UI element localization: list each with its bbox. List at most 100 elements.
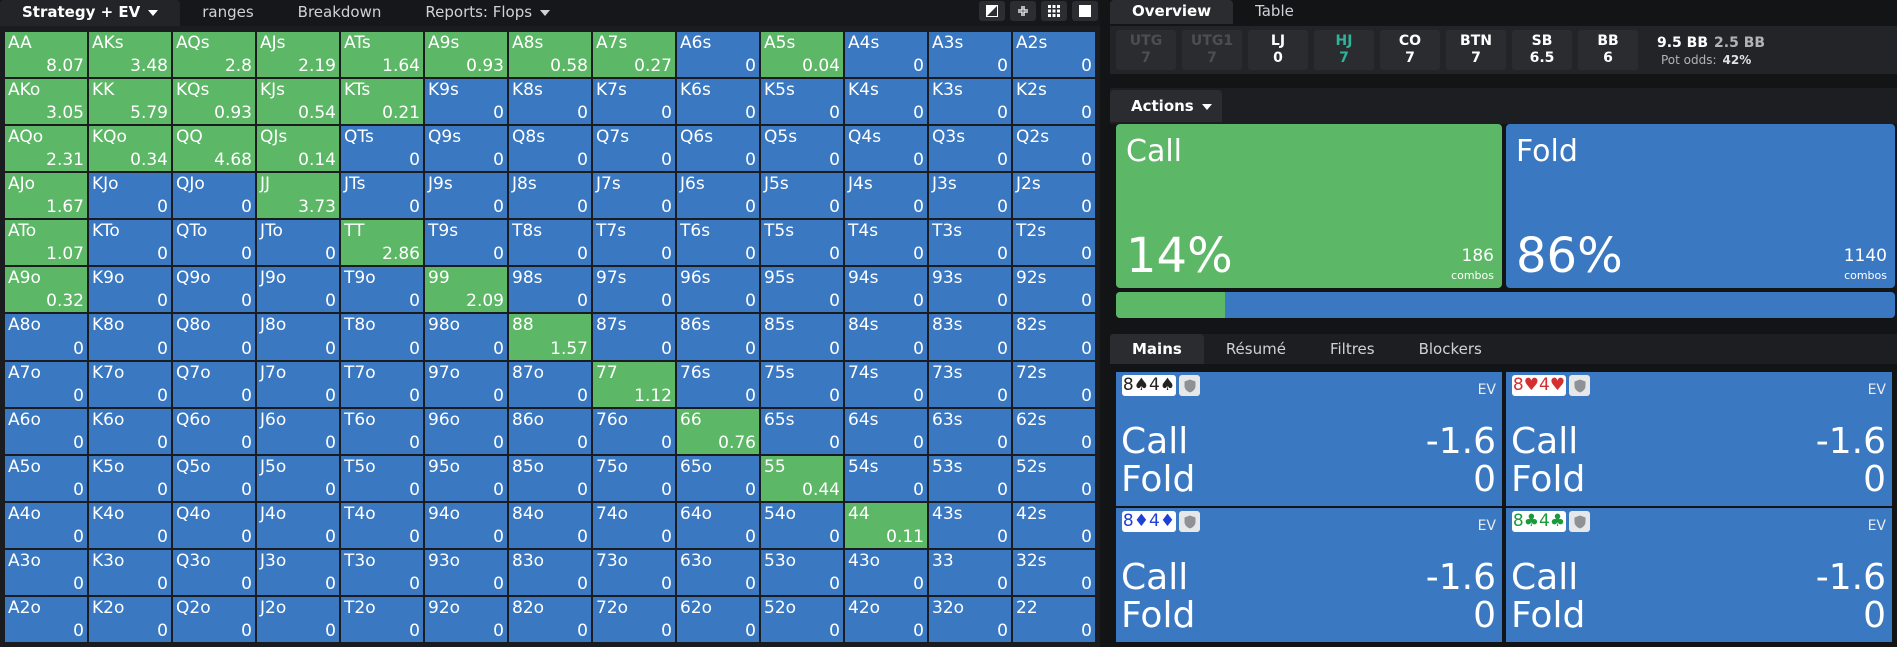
hand-cell[interactable]: 83o 0 bbox=[509, 549, 591, 595]
tab-mains[interactable]: Mains bbox=[1110, 334, 1204, 364]
hand-cell[interactable]: 54o 0 bbox=[761, 502, 843, 548]
hand-cell[interactable]: K8o 0 bbox=[89, 314, 171, 360]
tab-overview[interactable]: Overview bbox=[1110, 0, 1234, 24]
hand-cell[interactable]: KTo 0 bbox=[89, 220, 171, 266]
hand-cell[interactable]: K4o 0 bbox=[89, 502, 171, 548]
combo-card[interactable]: 8♣4♣ EV Call -1.6 Fold 0 bbox=[1506, 508, 1892, 642]
hand-cell[interactable]: AKs 3.48 bbox=[89, 32, 171, 78]
hand-cell[interactable]: K6s 0 bbox=[677, 79, 759, 125]
hand-cell[interactable]: A3o 0 bbox=[5, 549, 87, 595]
hand-cell[interactable]: QTs 0 bbox=[341, 126, 423, 172]
hand-cell[interactable]: 52s 0 bbox=[1013, 455, 1095, 501]
hand-cell[interactable]: K9o 0 bbox=[89, 267, 171, 313]
hand-cell[interactable]: J5s 0 bbox=[761, 173, 843, 219]
hand-cell[interactable]: 84o 0 bbox=[509, 502, 591, 548]
hand-cell[interactable]: J5o 0 bbox=[257, 455, 339, 501]
hand-cell[interactable]: KK 5.79 bbox=[89, 79, 171, 125]
hand-cell[interactable]: 63o 0 bbox=[677, 549, 759, 595]
hand-cell[interactable]: T7s 0 bbox=[593, 220, 675, 266]
hand-cell[interactable]: QQ 4.68 bbox=[173, 126, 255, 172]
hand-cell[interactable]: 64o 0 bbox=[677, 502, 759, 548]
hand-cell[interactable]: 55 0.44 bbox=[761, 455, 843, 501]
hand-cell[interactable]: T5s 0 bbox=[761, 220, 843, 266]
hand-cell[interactable]: 73s 0 bbox=[929, 361, 1011, 407]
hand-cell[interactable]: J2o 0 bbox=[257, 596, 339, 642]
hand-cell[interactable]: 92s 0 bbox=[1013, 267, 1095, 313]
hand-cell[interactable]: Q5s 0 bbox=[761, 126, 843, 172]
hand-cell[interactable]: 73o 0 bbox=[593, 549, 675, 595]
tab-resume[interactable]: Résumé bbox=[1204, 334, 1308, 364]
hand-cell[interactable]: A6s 0 bbox=[677, 32, 759, 78]
hand-cell[interactable]: 74s 0 bbox=[845, 361, 927, 407]
combo-card[interactable]: 8♠4♠ EV Call -1.6 Fold 0 bbox=[1116, 372, 1502, 506]
hand-cell[interactable]: 96s 0 bbox=[677, 267, 759, 313]
hand-cell[interactable]: 65o 0 bbox=[677, 455, 759, 501]
hand-cell[interactable]: 53o 0 bbox=[761, 549, 843, 595]
hand-cell[interactable]: 92o 0 bbox=[425, 596, 507, 642]
hand-cell[interactable]: T2s 0 bbox=[1013, 220, 1095, 266]
combo-card[interactable]: 8♦4♦ EV Call -1.6 Fold 0 bbox=[1116, 508, 1502, 642]
hand-cell[interactable]: KJs 0.54 bbox=[257, 79, 339, 125]
hand-cell[interactable]: T2o 0 bbox=[341, 596, 423, 642]
hand-cell[interactable]: 83s 0 bbox=[929, 314, 1011, 360]
position-lj[interactable]: LJ 0 bbox=[1248, 30, 1308, 70]
hand-cell[interactable]: K3o 0 bbox=[89, 549, 171, 595]
hand-cell[interactable]: T9s 0 bbox=[425, 220, 507, 266]
hand-cell[interactable]: J3o 0 bbox=[257, 549, 339, 595]
hand-cell[interactable]: 82o 0 bbox=[509, 596, 591, 642]
hand-cell[interactable]: 52o 0 bbox=[761, 596, 843, 642]
hand-cell[interactable]: A7o 0 bbox=[5, 361, 87, 407]
grid-view-button[interactable] bbox=[1041, 1, 1067, 21]
hand-cell[interactable]: QTo 0 bbox=[173, 220, 255, 266]
hand-cell[interactable]: 65s 0 bbox=[761, 408, 843, 454]
tab-reports[interactable]: Reports: Flops bbox=[403, 0, 572, 26]
hand-cell[interactable]: K9s 0 bbox=[425, 79, 507, 125]
hand-cell[interactable]: 76o 0 bbox=[593, 408, 675, 454]
hand-cell[interactable]: 75o 0 bbox=[593, 455, 675, 501]
hand-cell[interactable]: 86s 0 bbox=[677, 314, 759, 360]
hand-cell[interactable]: J7o 0 bbox=[257, 361, 339, 407]
hand-cell[interactable]: 22 0 bbox=[1013, 596, 1095, 642]
hand-cell[interactable]: AKo 3.05 bbox=[5, 79, 87, 125]
hand-cell[interactable]: T9o 0 bbox=[341, 267, 423, 313]
hand-cell[interactable]: 42o 0 bbox=[845, 596, 927, 642]
hand-cell[interactable]: JTs 0 bbox=[341, 173, 423, 219]
hand-cell[interactable]: K2s 0 bbox=[1013, 79, 1095, 125]
hand-cell[interactable]: 94s 0 bbox=[845, 267, 927, 313]
hand-cell[interactable]: A8s 0.58 bbox=[509, 32, 591, 78]
position-btn[interactable]: BTN 7 bbox=[1446, 30, 1506, 70]
hand-cell[interactable]: A3s 0 bbox=[929, 32, 1011, 78]
hand-cell[interactable]: K3s 0 bbox=[929, 79, 1011, 125]
hand-cell[interactable]: J9o 0 bbox=[257, 267, 339, 313]
hand-cell[interactable]: Q8s 0 bbox=[509, 126, 591, 172]
hand-cell[interactable]: T4o 0 bbox=[341, 502, 423, 548]
hand-cell[interactable]: T6o 0 bbox=[341, 408, 423, 454]
position-utg1[interactable]: UTG1 7 bbox=[1182, 30, 1242, 70]
hand-cell[interactable]: 97s 0 bbox=[593, 267, 675, 313]
hand-cell[interactable]: T6s 0 bbox=[677, 220, 759, 266]
hand-cell[interactable]: J3s 0 bbox=[929, 173, 1011, 219]
hand-cell[interactable]: 74o 0 bbox=[593, 502, 675, 548]
actions-dropdown[interactable]: Actions bbox=[1110, 90, 1222, 122]
hand-cell[interactable]: 98o 0 bbox=[425, 314, 507, 360]
hand-cell[interactable]: K2o 0 bbox=[89, 596, 171, 642]
hand-cell[interactable]: Q2s 0 bbox=[1013, 126, 1095, 172]
hand-cell[interactable]: T3s 0 bbox=[929, 220, 1011, 266]
hand-cell[interactable]: 62o 0 bbox=[677, 596, 759, 642]
combo-card[interactable]: 8♥4♥ EV Call -1.6 Fold 0 bbox=[1506, 372, 1892, 506]
hand-cell[interactable]: T8s 0 bbox=[509, 220, 591, 266]
hand-cell[interactable]: AA 8.07 bbox=[5, 32, 87, 78]
hand-cell[interactable]: K7o 0 bbox=[89, 361, 171, 407]
hand-cell[interactable]: JJ 3.73 bbox=[257, 173, 339, 219]
tab-filtres[interactable]: Filtres bbox=[1308, 334, 1397, 364]
hand-cell[interactable]: AQo 2.31 bbox=[5, 126, 87, 172]
hand-cell[interactable]: A5s 0.04 bbox=[761, 32, 843, 78]
hand-cell[interactable]: Q9s 0 bbox=[425, 126, 507, 172]
hand-cell[interactable]: Q5o 0 bbox=[173, 455, 255, 501]
hand-cell[interactable]: K7s 0 bbox=[593, 79, 675, 125]
hand-cell[interactable]: T3o 0 bbox=[341, 549, 423, 595]
hand-cell[interactable]: A5o 0 bbox=[5, 455, 87, 501]
hand-cell[interactable]: 87o 0 bbox=[509, 361, 591, 407]
hand-cell[interactable]: Q3s 0 bbox=[929, 126, 1011, 172]
contrast-button[interactable] bbox=[979, 1, 1005, 21]
